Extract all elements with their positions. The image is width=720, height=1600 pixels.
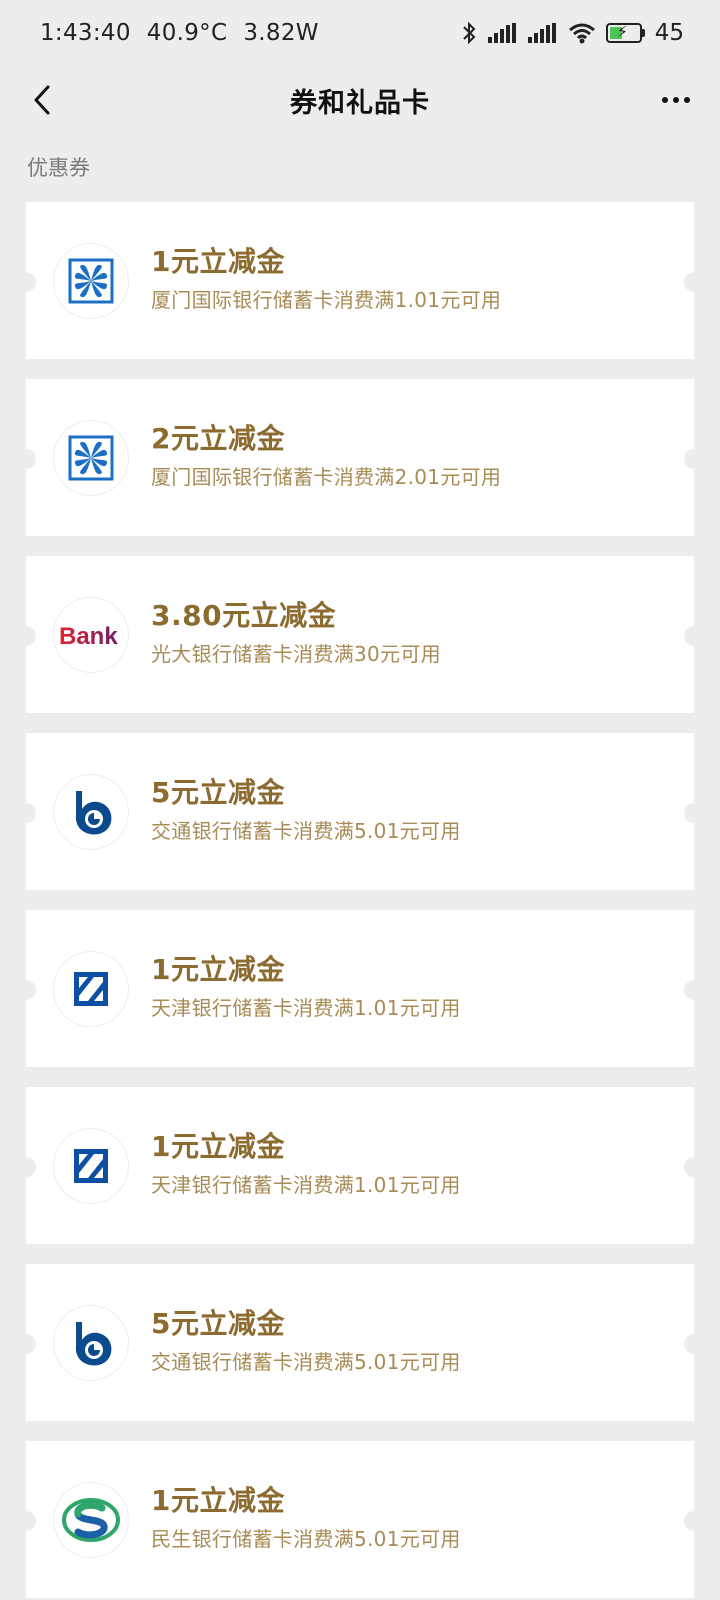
coupon-desc: 交通银行储蓄卡消费满5.01元可用 [151, 1350, 461, 1374]
coupon-title: 5元立减金 [151, 776, 285, 809]
coupon-card[interactable]: 1元立减金 天津银行储蓄卡消费满1.01元可用 [16, 910, 704, 1067]
minsheng-bank-logo [54, 1483, 128, 1557]
notch [684, 449, 704, 469]
back-button[interactable] [18, 76, 66, 124]
more-button[interactable] [652, 76, 700, 124]
coupon-desc: 天津银行储蓄卡消费满1.01元可用 [151, 996, 461, 1020]
coupon-text: 1元立减金 天津银行储蓄卡消费满1.01元可用 [151, 1129, 461, 1199]
bluetooth-icon [463, 21, 476, 45]
status-temperature: 40.9°C [146, 20, 228, 46]
coupon-card[interactable]: 2元立减金 厦门国际银行储蓄卡消费满2.01元可用 [16, 379, 704, 536]
coupon-text: 1元立减金 天津银行储蓄卡消费满1.01元可用 [151, 952, 461, 1022]
notch [16, 626, 36, 646]
coupon-desc: 天津银行储蓄卡消费满1.01元可用 [151, 1173, 461, 1197]
bocom-logo [54, 775, 128, 849]
notch [16, 803, 36, 823]
notch [684, 626, 704, 646]
coupon-text: 5元立减金 交通银行储蓄卡消费满5.01元可用 [151, 775, 461, 845]
xiamen-bank-logo [54, 244, 128, 318]
notch [684, 1157, 704, 1177]
notch [684, 803, 704, 823]
everbright-bank-icon: Bank [59, 623, 118, 650]
notch [684, 1511, 704, 1531]
coupon-card[interactable]: 1元立减金 民生银行储蓄卡消费满5.01元可用 [16, 1441, 704, 1598]
coupon-title: 3.80元立减金 [151, 599, 337, 632]
status-right: ⚡ 45 [460, 20, 684, 46]
coupon-title: 1元立减金 [151, 245, 285, 278]
coupon-desc: 民生银行储蓄卡消费满5.01元可用 [151, 1527, 461, 1551]
coupon-card[interactable]: 5元立减金 交通银行储蓄卡消费满5.01元可用 [16, 733, 704, 890]
minsheng-bank-icon [62, 1498, 120, 1542]
xiamen-bank-icon [68, 258, 114, 304]
tianjin-bank-logo [54, 1129, 128, 1203]
signal-icon-2 [527, 23, 556, 43]
notch [16, 1334, 36, 1354]
notch [16, 1511, 36, 1531]
notch [16, 449, 36, 469]
coupon-desc: 厦门国际银行储蓄卡消费满1.01元可用 [151, 288, 502, 312]
coupon-title: 5元立减金 [151, 1307, 285, 1340]
bocom-icon [75, 791, 112, 835]
notch [16, 272, 36, 292]
xiamen-bank-icon [68, 435, 114, 481]
status-power: 3.82W [243, 20, 319, 46]
coupon-title: 1元立减金 [151, 1484, 285, 1517]
notch [684, 980, 704, 1000]
coupon-card[interactable]: Bank 3.80元立减金 光大银行储蓄卡消费满30元可用 [16, 556, 704, 713]
tianjin-bank-icon [74, 972, 108, 1006]
page-title: 券和礼品卡 [290, 87, 430, 119]
tianjin-bank-logo [54, 952, 128, 1026]
coupon-list: 1元立减金 厦门国际银行储蓄卡消费满1.01元可用 2元立减金 厦门国际银行储蓄… [16, 202, 704, 1600]
nav-bar: 券和礼品卡 [0, 66, 720, 134]
coupon-card[interactable]: 1元立减金 天津银行储蓄卡消费满1.01元可用 [16, 1087, 704, 1244]
coupon-text: 5元立减金 交通银行储蓄卡消费满5.01元可用 [151, 1306, 461, 1376]
coupon-text: 1元立减金 民生银行储蓄卡消费满5.01元可用 [151, 1483, 461, 1553]
coupon-text: 3.80元立减金 光大银行储蓄卡消费满30元可用 [151, 598, 441, 668]
status-time: 1:43:40 [40, 20, 131, 46]
coupon-desc: 厦门国际银行储蓄卡消费满2.01元可用 [151, 465, 502, 489]
more-dot-icon [662, 97, 668, 103]
xiamen-bank-logo [54, 421, 128, 495]
coupon-title: 1元立减金 [151, 953, 285, 986]
more-dot-icon [673, 97, 679, 103]
coupon-text: 1元立减金 厦门国际银行储蓄卡消费满1.01元可用 [151, 244, 501, 314]
chevron-left-icon [34, 85, 50, 115]
section-label: 优惠券 [27, 156, 90, 180]
bocom-icon [75, 1322, 112, 1366]
notch [16, 1157, 36, 1177]
wifi-icon [568, 23, 595, 44]
coupon-card[interactable]: 5元立减金 交通银行储蓄卡消费满5.01元可用 [16, 1264, 704, 1421]
status-bar: 1:43:40 40.9°C 3.82W ⚡ 45 [0, 0, 720, 66]
tianjin-bank-icon [74, 1149, 108, 1183]
notch [684, 272, 704, 292]
bocom-logo [54, 1306, 128, 1380]
coupon-desc: 光大银行储蓄卡消费满30元可用 [151, 642, 441, 666]
notch [16, 980, 36, 1000]
more-dot-icon [684, 97, 690, 103]
everbright-bank-logo: Bank [54, 598, 128, 672]
battery-level: 45 [654, 20, 684, 46]
notch [684, 1334, 704, 1354]
coupon-title: 2元立减金 [151, 422, 285, 455]
coupon-title: 1元立减金 [151, 1130, 285, 1163]
coupon-desc: 交通银行储蓄卡消费满5.01元可用 [151, 819, 461, 843]
battery-icon: ⚡ [605, 22, 645, 43]
coupon-card[interactable]: 1元立减金 厦门国际银行储蓄卡消费满1.01元可用 [16, 202, 704, 359]
status-left: 1:43:40 40.9°C 3.82W [40, 20, 319, 46]
everbright-logo-text: Bank [59, 623, 118, 650]
signal-icon [487, 23, 516, 43]
coupon-text: 2元立减金 厦门国际银行储蓄卡消费满2.01元可用 [151, 421, 501, 491]
